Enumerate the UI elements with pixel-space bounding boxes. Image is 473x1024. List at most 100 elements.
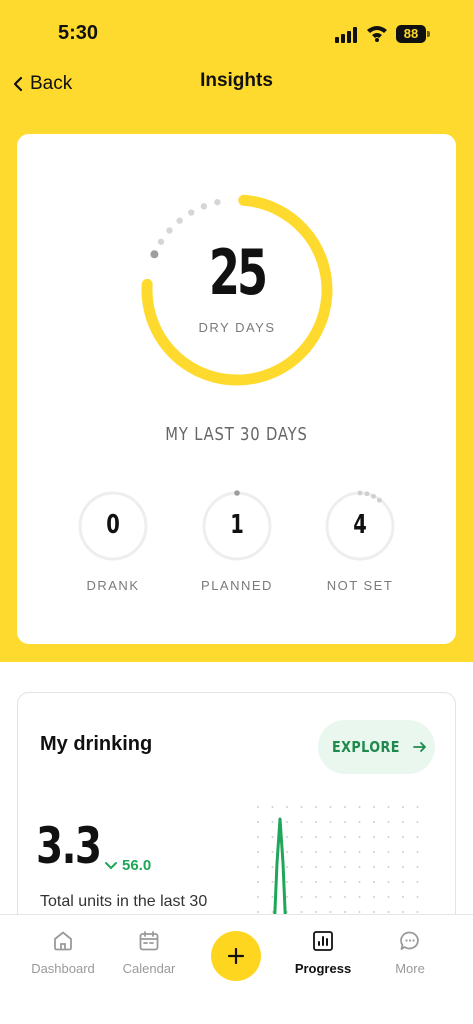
grid-dot [286,836,288,838]
grid-dot [257,821,259,823]
grid-dot [329,866,332,868]
grid-dot [315,896,317,898]
grid-dot [387,896,390,898]
tab-dashboard-label: Dashboard [31,961,95,976]
grid-dot [358,851,361,853]
grid-dot [271,896,274,898]
grid-dot [257,851,259,853]
grid-dot [402,836,404,838]
stat-planned: 1 PLANNED [197,490,277,600]
grid-dot [257,881,259,883]
stat-drank: 0 DRANK [73,490,153,600]
grid-dot [300,821,303,823]
not-set-day-dot [157,238,165,245]
explore-label: EXPLORE [331,738,400,756]
grid-dot [300,851,303,853]
grid-dot [387,911,390,913]
grid-dot [315,911,317,913]
grid-dot [315,836,317,838]
grid-dot [271,911,274,913]
grid-dot [329,911,332,913]
grid-dot [387,821,390,823]
arrow-right-icon [413,742,427,752]
grid-dot [373,881,375,883]
grid-dot [373,836,375,838]
grid-dot [315,851,317,853]
units-change: 56.0 [104,857,151,874]
grid-dot [402,821,404,823]
grid-dot [344,806,346,808]
grid-dot [402,866,404,868]
dry-days-label: DRY DAYS [198,320,276,335]
grid-dot [286,866,288,868]
grid-dot [300,881,303,883]
grid-dot [315,866,317,868]
grid-dot [271,806,274,808]
grid-dot [300,896,303,898]
my-drinking-title: My drinking [40,733,153,755]
add-entry-button[interactable] [211,931,261,981]
grid-dot [344,836,346,838]
grid-dot [402,911,404,913]
grid-dot [286,896,288,898]
dry-days-count: 25 [208,236,268,309]
grid-dot [358,821,361,823]
total-units-value: 3.3 [36,817,102,875]
units-change-value: 56.0 [122,857,152,874]
explore-button[interactable]: EXPLORE [318,720,435,774]
grid-dot [271,821,274,823]
grid-dot [416,896,419,898]
grid-dot [402,806,404,808]
grid-dot [402,851,404,853]
chat-bubble-icon [400,931,419,950]
grid-dot [373,911,375,913]
grid-dot [387,836,390,838]
grid-dot [329,836,332,838]
grid-dot [257,836,259,838]
tab-calendar[interactable]: Calendar [104,929,194,989]
not-set-day-dot [214,198,221,206]
grid-dot [315,806,317,808]
grid-dot [416,836,419,838]
tab-more[interactable]: More [365,929,455,989]
tab-progress[interactable]: Progress [278,929,368,989]
drank-label: DRANK [86,578,140,593]
calendar-icon [139,931,159,951]
tab-more-label: More [395,961,425,976]
grid-dot [257,866,259,868]
planned-label: PLANNED [201,578,273,593]
grid-dot [373,821,375,823]
tab-dashboard[interactable]: Dashboard [18,929,108,989]
grid-dot [271,851,274,853]
grid-dot [344,821,346,823]
total-units-caption: Total units in the last 30 [40,893,208,910]
grid-dot [329,821,332,823]
grid-dot [358,881,361,883]
grid-dot [271,881,274,883]
grid-dot [329,806,332,808]
grid-dot [271,836,274,838]
grid-dot [344,881,346,883]
grid-dot [257,806,259,808]
grid-dot [315,881,317,883]
not-set-day-dot [200,203,208,210]
planned-count: 1 [230,510,244,540]
grid-dot [300,836,303,838]
grid-dot [286,881,288,883]
grid-dot [344,911,346,913]
grid-dot [286,851,288,853]
grid-dot [344,866,346,868]
grid-dot [416,806,419,808]
grid-dot [286,821,288,823]
grid-dot [329,896,332,898]
grid-dot [271,866,274,868]
not-set-count: 4 [353,510,367,540]
grid-dot [373,851,375,853]
cellular-signal-icon [335,27,359,43]
bottom-tab-bar: Dashboard Calendar Progress More [0,914,473,1024]
drinking-sparkline [257,806,419,923]
grid-dot [387,851,390,853]
grid-dot [387,806,390,808]
grid-dot [387,881,390,883]
grid-dot [358,896,361,898]
